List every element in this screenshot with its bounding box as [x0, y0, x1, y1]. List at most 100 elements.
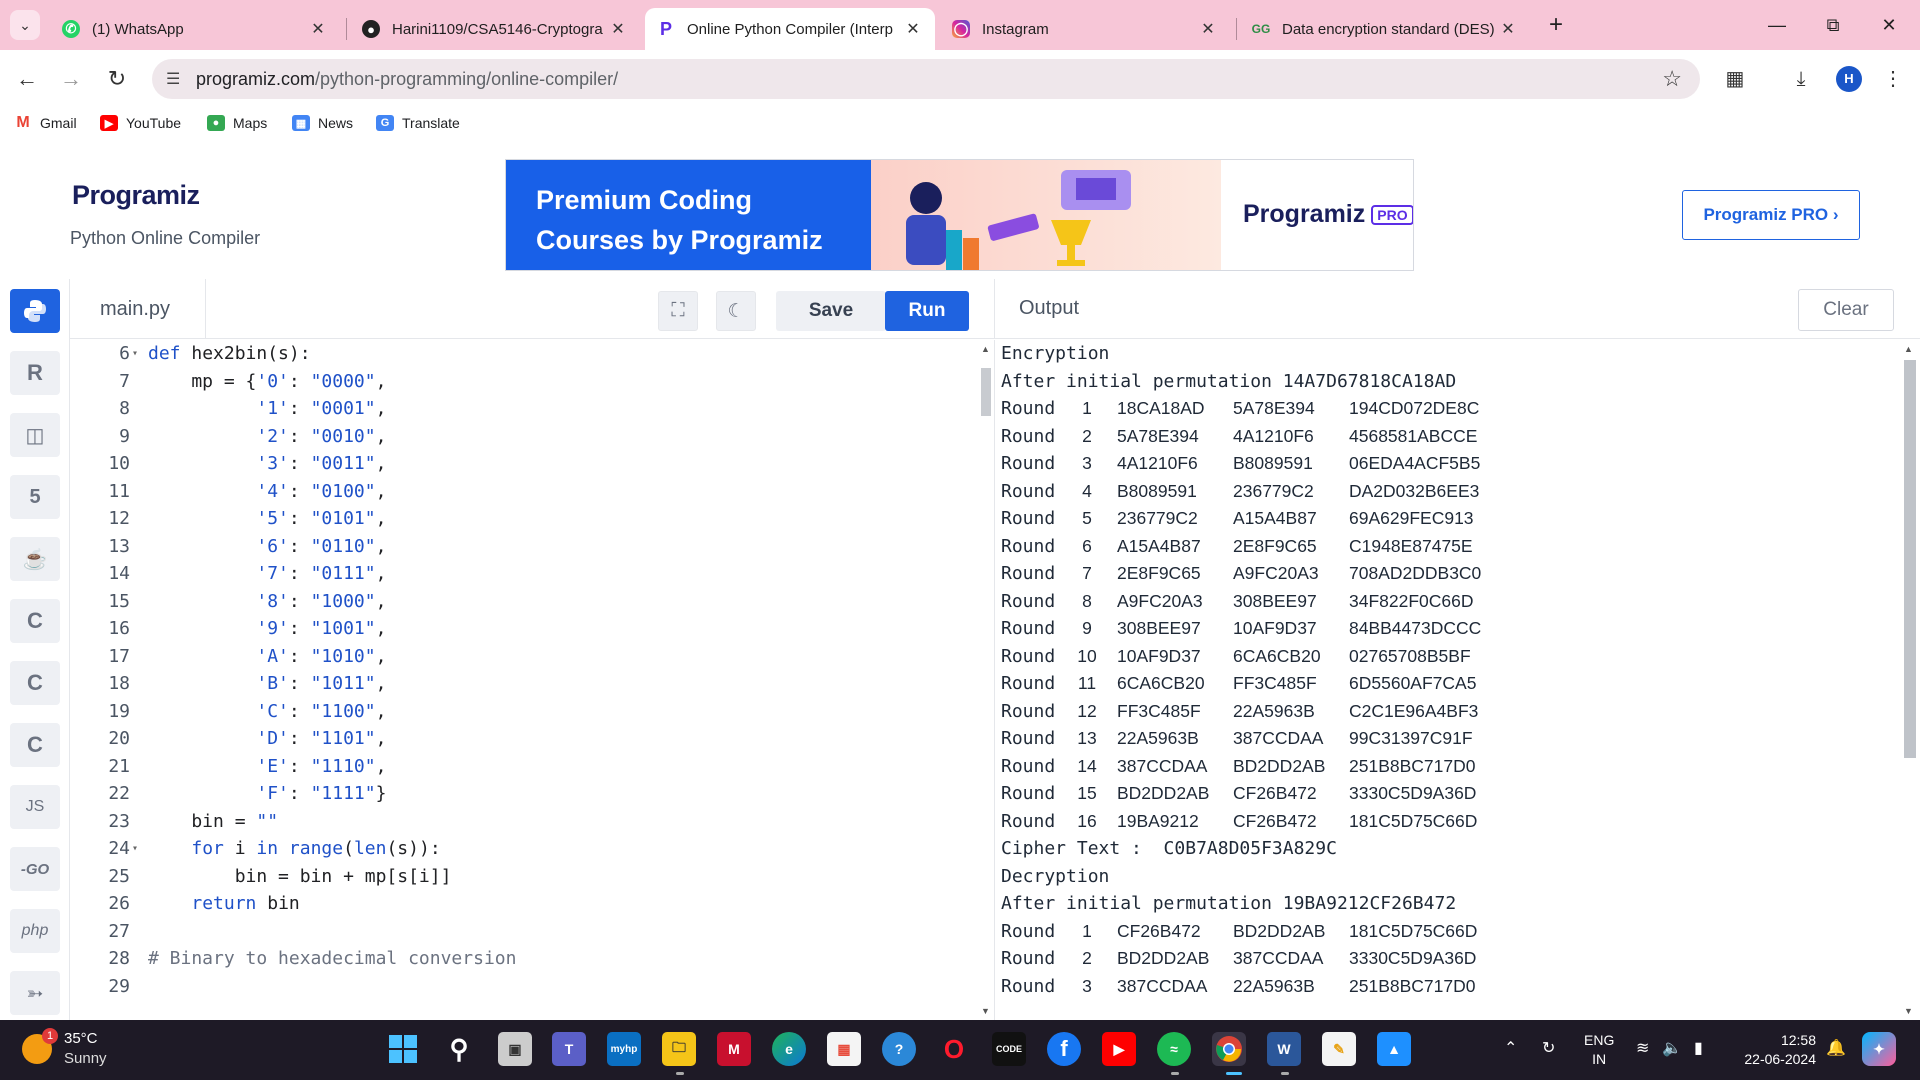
- code-line[interactable]: 8 '1': "0001",: [70, 395, 978, 423]
- volume-muted-icon[interactable]: 🔈: [1662, 1038, 1682, 1058]
- code-line[interactable]: 18 'B': "1011",: [70, 670, 978, 698]
- sidebar-item-html[interactable]: 5: [10, 475, 60, 519]
- close-icon[interactable]: ✕: [1198, 19, 1218, 39]
- code-line[interactable]: 29: [70, 973, 978, 1001]
- notes-app[interactable]: ✎: [1322, 1032, 1356, 1066]
- code-line[interactable]: 27: [70, 918, 978, 946]
- facebook-app[interactable]: f: [1047, 1032, 1081, 1066]
- tray-chevron-up-icon[interactable]: ⌃: [1504, 1038, 1517, 1058]
- store-app[interactable]: ▦: [827, 1032, 861, 1066]
- programiz-pro-button[interactable]: Programiz PRO ›: [1682, 190, 1860, 240]
- code-line[interactable]: 14 '7': "0111",: [70, 560, 978, 588]
- forward-button[interactable]: →: [56, 64, 86, 94]
- scroll-up-icon[interactable]: ▲: [981, 344, 990, 354]
- sidebar-item-python[interactable]: [10, 289, 60, 333]
- code-line[interactable]: 28 # Binary to hexadecimal conversion: [70, 945, 978, 973]
- bookmark-translate[interactable]: G Translate: [376, 115, 460, 131]
- code-line[interactable]: 20 'D': "1101",: [70, 725, 978, 753]
- sidebar-item-c[interactable]: C: [10, 599, 60, 643]
- scroll-up-icon[interactable]: ▲: [1904, 344, 1913, 354]
- downloads-button[interactable]: ⤓: [1786, 64, 1816, 94]
- search-button[interactable]: ⚲: [442, 1032, 476, 1066]
- code-line[interactable]: 7 mp = {'0': "0000",: [70, 368, 978, 396]
- code-line[interactable]: 25 bin = bin + mp[s[i]]: [70, 863, 978, 891]
- wifi-icon[interactable]: ≋: [1636, 1038, 1649, 1058]
- code-line[interactable]: 10 '3': "0011",: [70, 450, 978, 478]
- tab-programiz[interactable]: P Online Python Compiler (Interp ✕: [645, 8, 935, 50]
- language-indicator[interactable]: ENG IN: [1584, 1031, 1614, 1069]
- file-explorer-app[interactable]: 🗀: [662, 1032, 696, 1066]
- fullscreen-button[interactable]: ⛶: [658, 291, 698, 331]
- code-line[interactable]: 16 '9': "1001",: [70, 615, 978, 643]
- tab-geeks[interactable]: GG Data encryption standard (DES) ✕: [1240, 8, 1530, 50]
- scroll-down-icon[interactable]: ▼: [1904, 1006, 1913, 1016]
- close-icon[interactable]: ✕: [308, 19, 328, 39]
- fold-toggle-icon[interactable]: ▾: [132, 835, 138, 863]
- fold-toggle-icon[interactable]: ▾: [132, 340, 138, 368]
- reload-button[interactable]: ↻: [102, 64, 132, 94]
- sidebar-item-java[interactable]: ☕: [10, 537, 60, 581]
- bookmark-star-icon[interactable]: ☆: [1662, 66, 1682, 92]
- code-line[interactable]: 24 ▾ for i in range(len(s)):: [70, 835, 978, 863]
- bookmark-maps[interactable]: ● Maps: [207, 115, 267, 131]
- bookmark-gmail[interactable]: M Gmail: [14, 114, 76, 131]
- extensions-button[interactable]: ▦: [1720, 64, 1750, 94]
- promo-banner[interactable]: Premium Coding Courses by Programiz Prog…: [505, 159, 1414, 271]
- code-line[interactable]: 26 return bin: [70, 890, 978, 918]
- tab-instagram[interactable]: ◯ Instagram ✕: [940, 8, 1230, 50]
- system-clock[interactable]: 12:58 22-06-2024: [1734, 1031, 1816, 1069]
- sidebar-item-js[interactable]: JS: [10, 785, 60, 829]
- file-tab-main[interactable]: main.py: [70, 279, 206, 339]
- sidebar-item-php[interactable]: php: [10, 909, 60, 953]
- weather-temperature[interactable]: 35°C: [64, 1030, 98, 1047]
- code-line[interactable]: 11 '4': "0100",: [70, 478, 978, 506]
- battery-icon[interactable]: ▮: [1694, 1038, 1703, 1058]
- code-line[interactable]: 9 '2': "0010",: [70, 423, 978, 451]
- editor-scrollbar[interactable]: ▲ ▼: [978, 340, 994, 1020]
- scrollbar-thumb[interactable]: [981, 368, 991, 416]
- bookmark-news[interactable]: ▦ News: [292, 115, 353, 131]
- edge-app[interactable]: e: [772, 1032, 806, 1066]
- sidebar-item-swift[interactable]: ➳: [10, 971, 60, 1015]
- myhp-app[interactable]: myhp: [607, 1032, 641, 1066]
- sidebar-item-cpp[interactable]: C: [10, 661, 60, 705]
- close-icon[interactable]: ✕: [903, 19, 923, 39]
- mcafee-app[interactable]: M: [717, 1032, 751, 1066]
- code-line[interactable]: 13 '6': "0110",: [70, 533, 978, 561]
- sidebar-item-r[interactable]: R: [10, 351, 60, 395]
- task-view-button[interactable]: ▣: [498, 1032, 532, 1066]
- dark-mode-button[interactable]: ☾: [716, 291, 756, 331]
- minimize-button[interactable]: —: [1754, 10, 1800, 40]
- scroll-down-icon[interactable]: ▼: [981, 1006, 990, 1016]
- teams-app[interactable]: T: [552, 1032, 586, 1066]
- code-line[interactable]: 6 ▾ def hex2bin(s):: [70, 340, 978, 368]
- code-line[interactable]: 17 'A': "1010",: [70, 643, 978, 671]
- close-icon[interactable]: ✕: [1498, 19, 1518, 39]
- sidebar-item-go[interactable]: -GO: [10, 847, 60, 891]
- address-bar[interactable]: ☰ programiz.com/python-programming/onlin…: [152, 59, 1700, 99]
- code-line[interactable]: 19 'C': "1100",: [70, 698, 978, 726]
- code-line[interactable]: 22 'F': "1111"}: [70, 780, 978, 808]
- restore-button[interactable]: ⧉: [1810, 10, 1856, 40]
- word-app[interactable]: W: [1267, 1032, 1301, 1066]
- tab-whatsapp[interactable]: ✆ (1) WhatsApp ✕: [50, 8, 340, 50]
- start-button[interactable]: [386, 1032, 420, 1066]
- profile-avatar[interactable]: H: [1836, 66, 1862, 92]
- code-editor[interactable]: 6 ▾ def hex2bin(s): 7 mp = {'0': "0000", 8 '…: [70, 340, 978, 1020]
- output-scrollbar[interactable]: ▲ ▼: [1898, 340, 1920, 1020]
- scrollbar-thumb[interactable]: [1904, 360, 1916, 758]
- clear-button[interactable]: Clear: [1798, 289, 1894, 331]
- opera-app[interactable]: O: [937, 1032, 971, 1066]
- close-window-button[interactable]: ✕: [1866, 10, 1912, 40]
- bookmark-youtube[interactable]: ▶ YouTube: [100, 115, 181, 131]
- sidebar-item-csharp[interactable]: C: [10, 723, 60, 767]
- back-button[interactable]: ←: [12, 64, 42, 94]
- code-app[interactable]: CODE: [992, 1032, 1026, 1066]
- code-line[interactable]: 21 'E': "1110",: [70, 753, 978, 781]
- sync-icon[interactable]: ↻: [1542, 1038, 1555, 1058]
- tab-search-button[interactable]: ⌄: [10, 10, 40, 40]
- save-button[interactable]: Save: [776, 291, 886, 331]
- chrome-app[interactable]: [1212, 1032, 1246, 1066]
- copilot-app[interactable]: ✦: [1862, 1032, 1896, 1066]
- spotify-app[interactable]: ≈: [1157, 1032, 1191, 1066]
